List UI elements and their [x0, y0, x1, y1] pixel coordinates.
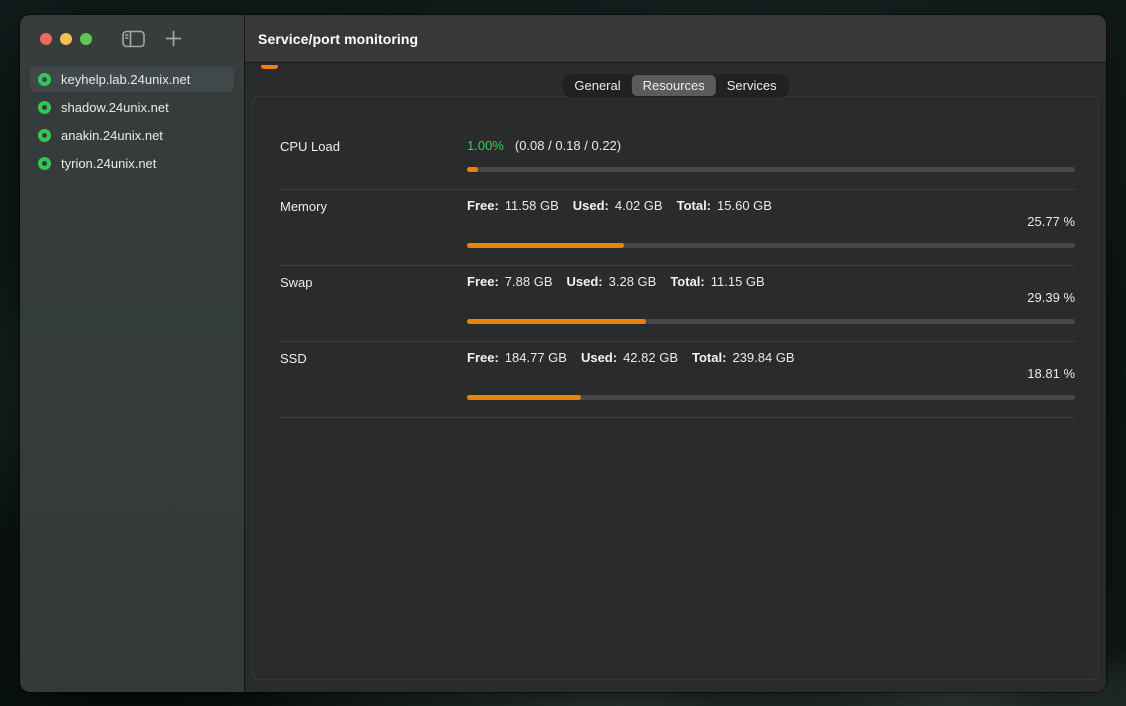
traffic-lights	[40, 33, 92, 45]
minimize-window-button[interactable]	[60, 33, 72, 45]
progress-bar-fill	[467, 395, 581, 400]
tab-services[interactable]: Services	[716, 75, 788, 96]
stat-free: Free:184.77 GB	[467, 350, 567, 365]
zoom-window-button[interactable]	[80, 33, 92, 45]
resource-label: Swap	[280, 274, 467, 324]
stat-total: Total:15.60 GB	[677, 198, 772, 213]
scrolled-progress-fragment	[261, 65, 278, 69]
resource-row: Swap Free:7.88 GB Used:3.28 GB Total:11.15…	[280, 266, 1075, 342]
resource-rows: CPU Load 1.00% (0.08 / 0.18 / 0.22) Memor…	[280, 130, 1075, 418]
titlebar: Service/port monitoring	[245, 15, 1106, 63]
resource-label: SSD	[280, 350, 467, 400]
sidebar-server-item[interactable]: keyhelp.lab.24unix.net	[30, 67, 234, 92]
resource-values: Free:184.77 GB Used:42.82 GB Total:239.84 …	[467, 350, 1075, 366]
stat-total: Total:11.15 GB	[670, 274, 764, 289]
progress-bar	[467, 167, 1075, 172]
content-pane: GeneralResourcesServices CPU Load 1.00% (…	[245, 63, 1106, 692]
app-window: keyhelp.lab.24unix.net shadow.24unix.net…	[20, 15, 1106, 692]
toggle-sidebar-icon[interactable]	[122, 30, 145, 48]
sidebar-toolbar	[20, 15, 244, 62]
resource-percent: 25.77 %	[467, 214, 1075, 230]
add-server-icon[interactable]	[165, 30, 182, 47]
progress-bar-fill	[467, 167, 478, 172]
toolbar-icons	[122, 30, 182, 48]
server-list: keyhelp.lab.24unix.net shadow.24unix.net…	[20, 67, 244, 179]
progress-bar	[467, 319, 1075, 324]
server-name: shadow.24unix.net	[61, 100, 169, 115]
tab-bar: GeneralResourcesServices	[562, 74, 788, 97]
stat-used: Used:3.28 GB	[567, 274, 657, 289]
server-name: keyhelp.lab.24unix.net	[61, 72, 190, 87]
sidebar-server-item[interactable]: tyrion.24unix.net	[30, 151, 234, 176]
resource-values: Free:11.58 GB Used:4.02 GB Total:15.60 GB	[467, 198, 1075, 214]
cpu-load-averages: (0.08 / 0.18 / 0.22)	[515, 138, 621, 153]
resource-label: CPU Load	[280, 138, 467, 172]
stat-used: Used:4.02 GB	[573, 198, 663, 213]
progress-bar	[467, 243, 1075, 248]
tab-resources[interactable]: Resources	[632, 75, 716, 96]
resource-values: Free:7.88 GB Used:3.28 GB Total:11.15 GB	[467, 274, 1075, 290]
sidebar-server-item[interactable]: shadow.24unix.net	[30, 95, 234, 120]
close-window-button[interactable]	[40, 33, 52, 45]
resource-row: Memory Free:11.58 GB Used:4.02 GB Total:15…	[280, 190, 1075, 266]
tab-general[interactable]: General	[563, 75, 631, 96]
server-status-icon	[38, 101, 51, 114]
progress-bar-fill	[467, 243, 624, 248]
server-status-icon	[38, 157, 51, 170]
resource-percent: 18.81 %	[467, 366, 1075, 382]
stat-total: Total:239.84 GB	[692, 350, 795, 365]
window-title: Service/port monitoring	[258, 31, 418, 47]
progress-bar-fill	[467, 319, 646, 324]
sidebar-server-item[interactable]: anakin.24unix.net	[30, 123, 234, 148]
stat-free: Free:7.88 GB	[467, 274, 553, 289]
desktop-wallpaper: keyhelp.lab.24unix.net shadow.24unix.net…	[0, 0, 1126, 706]
progress-bar	[467, 395, 1075, 400]
stat-free: Free:11.58 GB	[467, 198, 559, 213]
resource-values: 1.00% (0.08 / 0.18 / 0.22)	[467, 138, 1075, 154]
resource-percent: 29.39 %	[467, 290, 1075, 306]
server-name: tyrion.24unix.net	[61, 156, 156, 171]
server-status-icon	[38, 73, 51, 86]
cpu-load-value: 1.00%	[467, 138, 504, 153]
resource-row: SSD Free:184.77 GB Used:42.82 GB Total:239…	[280, 342, 1075, 418]
resource-row: CPU Load 1.00% (0.08 / 0.18 / 0.22)	[280, 130, 1075, 190]
stat-used: Used:42.82 GB	[581, 350, 678, 365]
main-pane: Service/port monitoring GeneralResources…	[245, 15, 1106, 692]
server-status-icon	[38, 129, 51, 142]
resource-label: Memory	[280, 198, 467, 248]
sidebar: keyhelp.lab.24unix.net shadow.24unix.net…	[20, 15, 245, 692]
server-name: anakin.24unix.net	[61, 128, 163, 143]
